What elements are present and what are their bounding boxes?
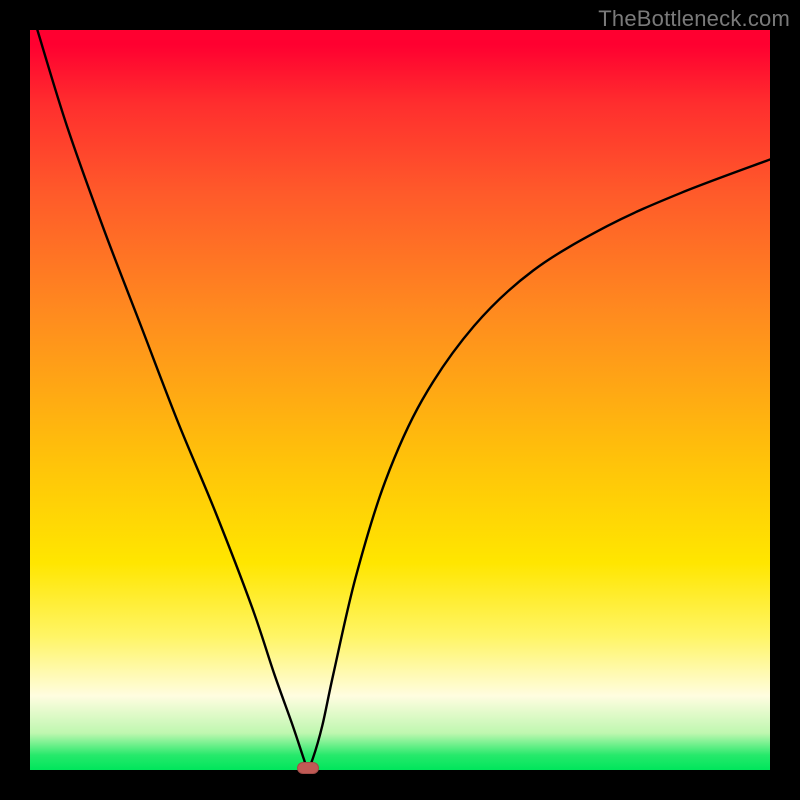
watermark-text: TheBottleneck.com bbox=[598, 6, 790, 32]
optimal-point-marker bbox=[297, 762, 319, 774]
curve-layer bbox=[30, 30, 770, 770]
chart-frame: TheBottleneck.com bbox=[0, 0, 800, 800]
bottleneck-curve bbox=[37, 30, 770, 769]
plot-area bbox=[30, 30, 770, 770]
